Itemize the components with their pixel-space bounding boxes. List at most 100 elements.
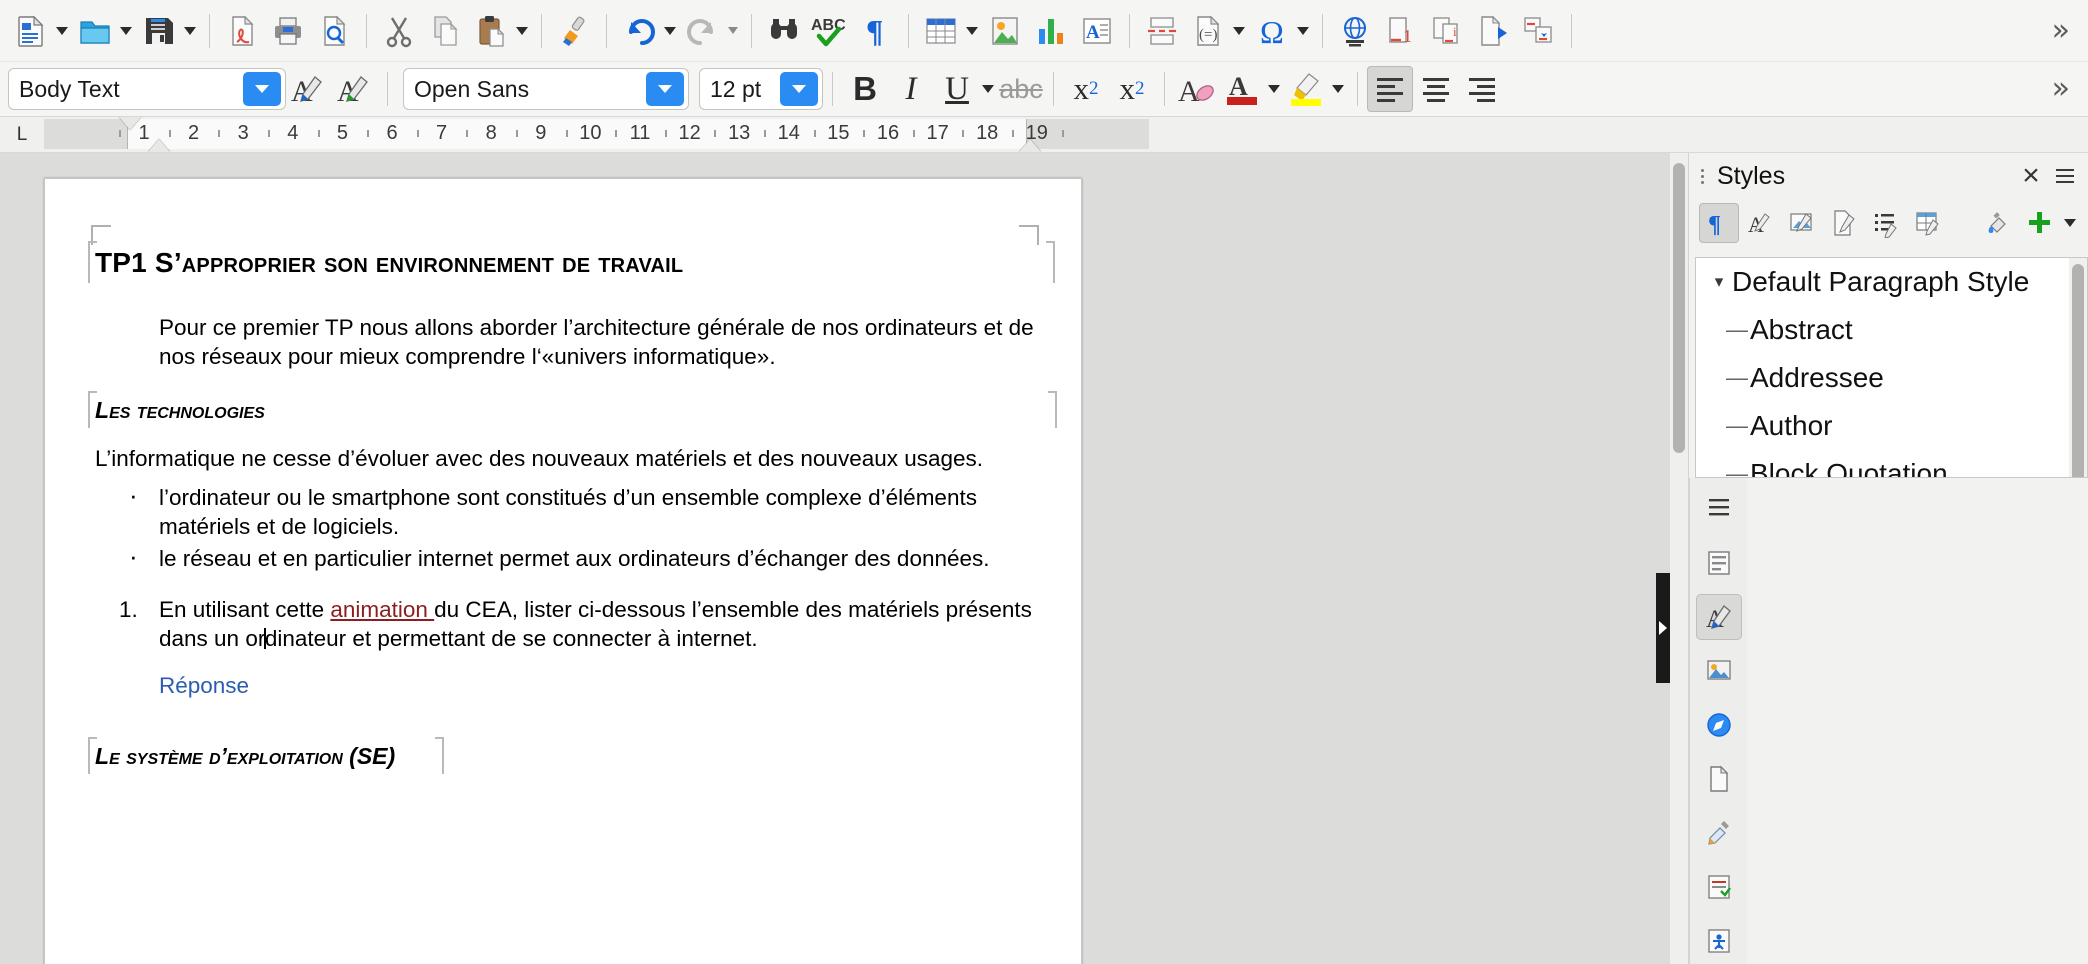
bold-button[interactable]: B xyxy=(842,66,888,112)
align-center-button[interactable] xyxy=(1413,66,1459,112)
document-canvas[interactable]: TP1 S’approprier son environnement de tr… xyxy=(0,153,1688,964)
paragraph-style-dropdown-button[interactable] xyxy=(243,72,281,106)
font-name-dropdown-button[interactable] xyxy=(646,72,684,106)
insert-cross-reference-button[interactable] xyxy=(1516,8,1562,54)
style-list-item[interactable]: — Addressee xyxy=(1696,354,2069,402)
paste-dropdown-caret[interactable] xyxy=(516,26,528,35)
paragraph-style-value[interactable]: Body Text xyxy=(9,76,243,103)
paragraph-style-combobox[interactable]: Body Text xyxy=(8,68,286,110)
highlighting-color-button[interactable] xyxy=(1284,66,1330,112)
print-button[interactable] xyxy=(265,8,311,54)
font-name-combobox[interactable]: Open Sans xyxy=(403,68,689,110)
ruler-corner-tab-selector[interactable]: L xyxy=(0,117,44,152)
scrollbar-thumb[interactable] xyxy=(1673,163,1685,453)
font-size-dropdown-button[interactable] xyxy=(780,72,818,106)
clear-direct-formatting-button[interactable]: A xyxy=(1174,66,1220,112)
tree-branch-icon[interactable]: — xyxy=(1724,365,1750,391)
fill-format-mode-button[interactable] xyxy=(1978,203,2018,243)
sidebar-show-hide-handle[interactable] xyxy=(1656,573,1670,683)
open-document-dropdown-caret[interactable] xyxy=(120,26,132,35)
insert-text-box-button[interactable]: A xyxy=(1074,8,1120,54)
new-document-dropdown-caret[interactable] xyxy=(56,26,68,35)
cut-button[interactable] xyxy=(376,8,422,54)
insert-field-button[interactable]: (=) xyxy=(1185,8,1231,54)
insert-field-dropdown-caret[interactable] xyxy=(1233,26,1245,35)
save-document-button[interactable] xyxy=(136,8,182,54)
accessibility-check-deck-icon[interactable] xyxy=(1696,918,1742,964)
underline-dropdown-caret[interactable] xyxy=(982,85,994,93)
style-list-item[interactable]: — Abstract xyxy=(1696,306,2069,354)
chevron-down-icon[interactable]: ▾ xyxy=(1706,272,1732,292)
frame-styles-button[interactable] xyxy=(1783,203,1823,243)
redo-button[interactable] xyxy=(680,8,726,54)
tree-branch-icon[interactable]: — xyxy=(1724,461,1750,477)
insert-table-button[interactable] xyxy=(918,8,964,54)
page-deck-icon[interactable] xyxy=(1696,756,1742,802)
align-left-button[interactable] xyxy=(1367,66,1413,112)
document-content[interactable]: TP1 S’approprier son environnement de tr… xyxy=(88,241,1057,790)
update-selected-style-button[interactable]: A xyxy=(286,66,332,112)
style-list-item[interactable]: ▾ Default Paragraph Style xyxy=(1696,258,2069,306)
gallery-deck-icon[interactable] xyxy=(1696,648,1742,694)
document-page[interactable]: TP1 S’approprier son environnement de tr… xyxy=(44,178,1082,964)
paragraph-styles-button[interactable]: ¶ xyxy=(1699,203,1739,243)
new-style-dropdown-caret[interactable] xyxy=(2064,219,2076,227)
document-vertical-scrollbar[interactable] xyxy=(1670,153,1688,964)
export-as-pdf-button[interactable] xyxy=(219,8,265,54)
underline-button[interactable]: U xyxy=(934,66,980,112)
insert-hyperlink-button[interactable] xyxy=(1332,8,1378,54)
tree-branch-icon[interactable]: — xyxy=(1724,317,1750,343)
sidebar-grip-icon[interactable] xyxy=(1695,168,1709,184)
formatting-toolbar-overflow-button[interactable]: » xyxy=(2042,74,2080,104)
italic-button[interactable]: I xyxy=(888,66,934,112)
standard-toolbar-overflow-button[interactable]: » xyxy=(2042,15,2080,46)
insert-image-button[interactable] xyxy=(982,8,1028,54)
insert-footnote-button[interactable]: 1 xyxy=(1378,8,1424,54)
navigator-deck-icon[interactable] xyxy=(1696,702,1742,748)
properties-deck-icon[interactable] xyxy=(1696,540,1742,586)
subscript-button[interactable]: x2 xyxy=(1109,66,1155,112)
page-styles-button[interactable] xyxy=(1825,203,1865,243)
sidebar-menu-icon[interactable] xyxy=(2048,159,2082,193)
horizontal-ruler[interactable]: 1 2 3 4 5 6 7 8 9 10 11 12 13 14 15 16 17 18 19 xyxy=(44,117,2088,152)
superscript-button[interactable]: x2 xyxy=(1063,66,1109,112)
insert-bookmark-button[interactable] xyxy=(1470,8,1516,54)
style-list-item[interactable]: — Block Quotation xyxy=(1696,450,2069,477)
insert-special-character-dropdown-caret[interactable] xyxy=(1297,26,1309,35)
font-color-dropdown-caret[interactable] xyxy=(1268,85,1280,93)
left-indent-marker[interactable] xyxy=(148,139,170,152)
formatting-marks-button[interactable]: ¶ xyxy=(853,8,899,54)
clone-formatting-button[interactable] xyxy=(551,8,597,54)
new-style-from-selection-button[interactable]: A xyxy=(332,66,378,112)
paste-button[interactable] xyxy=(468,8,514,54)
tree-branch-icon[interactable]: — xyxy=(1724,413,1750,439)
font-size-combobox[interactable]: 12 pt xyxy=(699,68,823,110)
insert-page-break-button[interactable] xyxy=(1139,8,1185,54)
print-preview-button[interactable] xyxy=(311,8,357,54)
scrollbar-thumb[interactable] xyxy=(2072,264,2084,477)
style-list-item[interactable]: — Author xyxy=(1696,402,2069,450)
close-icon[interactable]: × xyxy=(2014,159,2048,193)
copy-button[interactable] xyxy=(422,8,468,54)
insert-special-character-button[interactable]: Ω xyxy=(1249,8,1295,54)
undo-button[interactable] xyxy=(616,8,662,54)
align-right-button[interactable] xyxy=(1459,66,1505,112)
new-document-button[interactable] xyxy=(8,8,54,54)
new-style-from-selection-button[interactable] xyxy=(2020,203,2060,243)
font-size-value[interactable]: 12 pt xyxy=(700,76,780,103)
redo-dropdown-caret[interactable] xyxy=(728,27,738,34)
strikethrough-button[interactable]: abc xyxy=(998,66,1044,112)
find-and-replace-button[interactable] xyxy=(761,8,807,54)
undo-dropdown-caret[interactable] xyxy=(664,26,676,35)
highlighting-color-dropdown-caret[interactable] xyxy=(1332,85,1344,93)
style-inspector-deck-icon[interactable] xyxy=(1696,810,1742,856)
insert-endnote-button[interactable]: i xyxy=(1424,8,1470,54)
styles-deck-icon[interactable]: A xyxy=(1695,594,1742,640)
font-name-value[interactable]: Open Sans xyxy=(404,76,646,103)
animation-hyperlink[interactable]: animation xyxy=(330,597,434,622)
save-document-dropdown-caret[interactable] xyxy=(184,26,196,35)
styles-list[interactable]: ▾ Default Paragraph Style — Abstract — Addres… xyxy=(1696,258,2069,477)
insert-table-dropdown-caret[interactable] xyxy=(966,26,978,35)
styles-list-scrollbar[interactable] xyxy=(2069,258,2087,477)
list-styles-button[interactable] xyxy=(1867,203,1907,243)
